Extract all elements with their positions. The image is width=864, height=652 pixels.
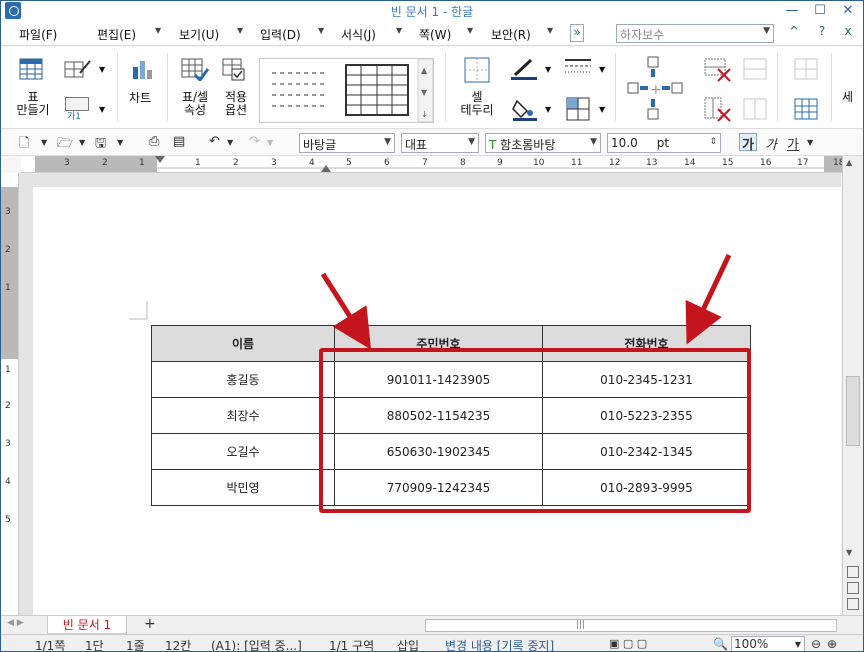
status-bar: 1/1쪽 1단 1줄 12칸 (A1): [입력 중...] 1/1 구역 삽입… (1, 634, 863, 652)
status-column: 1단 (85, 639, 104, 652)
status-section: 1/1 구역 (329, 639, 375, 652)
tab-document[interactable]: 빈 문서 1 (47, 616, 127, 634)
arrow-to-phone-number (685, 253, 732, 345)
arrow-to-resident-number (320, 272, 372, 350)
status-col: 12칸 (165, 639, 192, 652)
zoom-select[interactable]: 100% ▼ (731, 636, 805, 651)
vertical-scrollbar[interactable]: ▲ ▼ (842, 156, 863, 615)
page-icon[interactable] (847, 582, 859, 594)
horizontal-scrollbar[interactable]: ||| (425, 619, 837, 632)
prev-page-icon[interactable] (847, 566, 859, 578)
next-page-icon[interactable] (847, 598, 859, 610)
status-page: 1/1쪽 (35, 639, 66, 652)
view-mode-icons[interactable]: ▣ ▢ ▢ (609, 637, 647, 650)
status-line: 1줄 (126, 639, 145, 652)
document-tab-bar: ◀ ▶ 빈 문서 1 + ||| (1, 615, 863, 634)
status-track-changes[interactable]: 변경 내용 [기록 중지] (445, 637, 554, 651)
zoom-icon[interactable]: 🔍 (713, 637, 728, 651)
status-insert-mode[interactable]: 삽입 (397, 637, 419, 651)
zoom-in-button[interactable]: ⊕ (827, 637, 837, 651)
scrollbar-thumb[interactable] (846, 376, 860, 446)
annotation-arrows (320, 253, 732, 350)
zoom-out-button[interactable]: ⊖ (811, 637, 821, 651)
add-tab-button[interactable]: + (144, 616, 156, 632)
hwp-window: 빈 문서 1 - 한글 — ☐ ✕ 파일(F) 편집(E) ▼ 보기(U) ▼ 입력… (0, 0, 864, 652)
status-cell: (A1): [입력 중...] (211, 639, 302, 652)
